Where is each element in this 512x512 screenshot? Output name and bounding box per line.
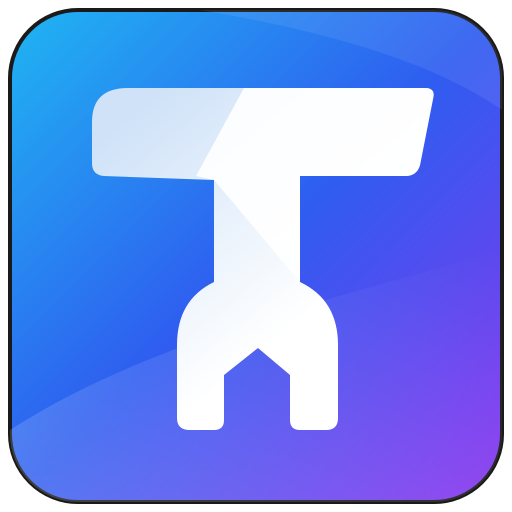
app-icon-stage — [0, 0, 512, 512]
app-icon[interactable] — [0, 0, 512, 512]
